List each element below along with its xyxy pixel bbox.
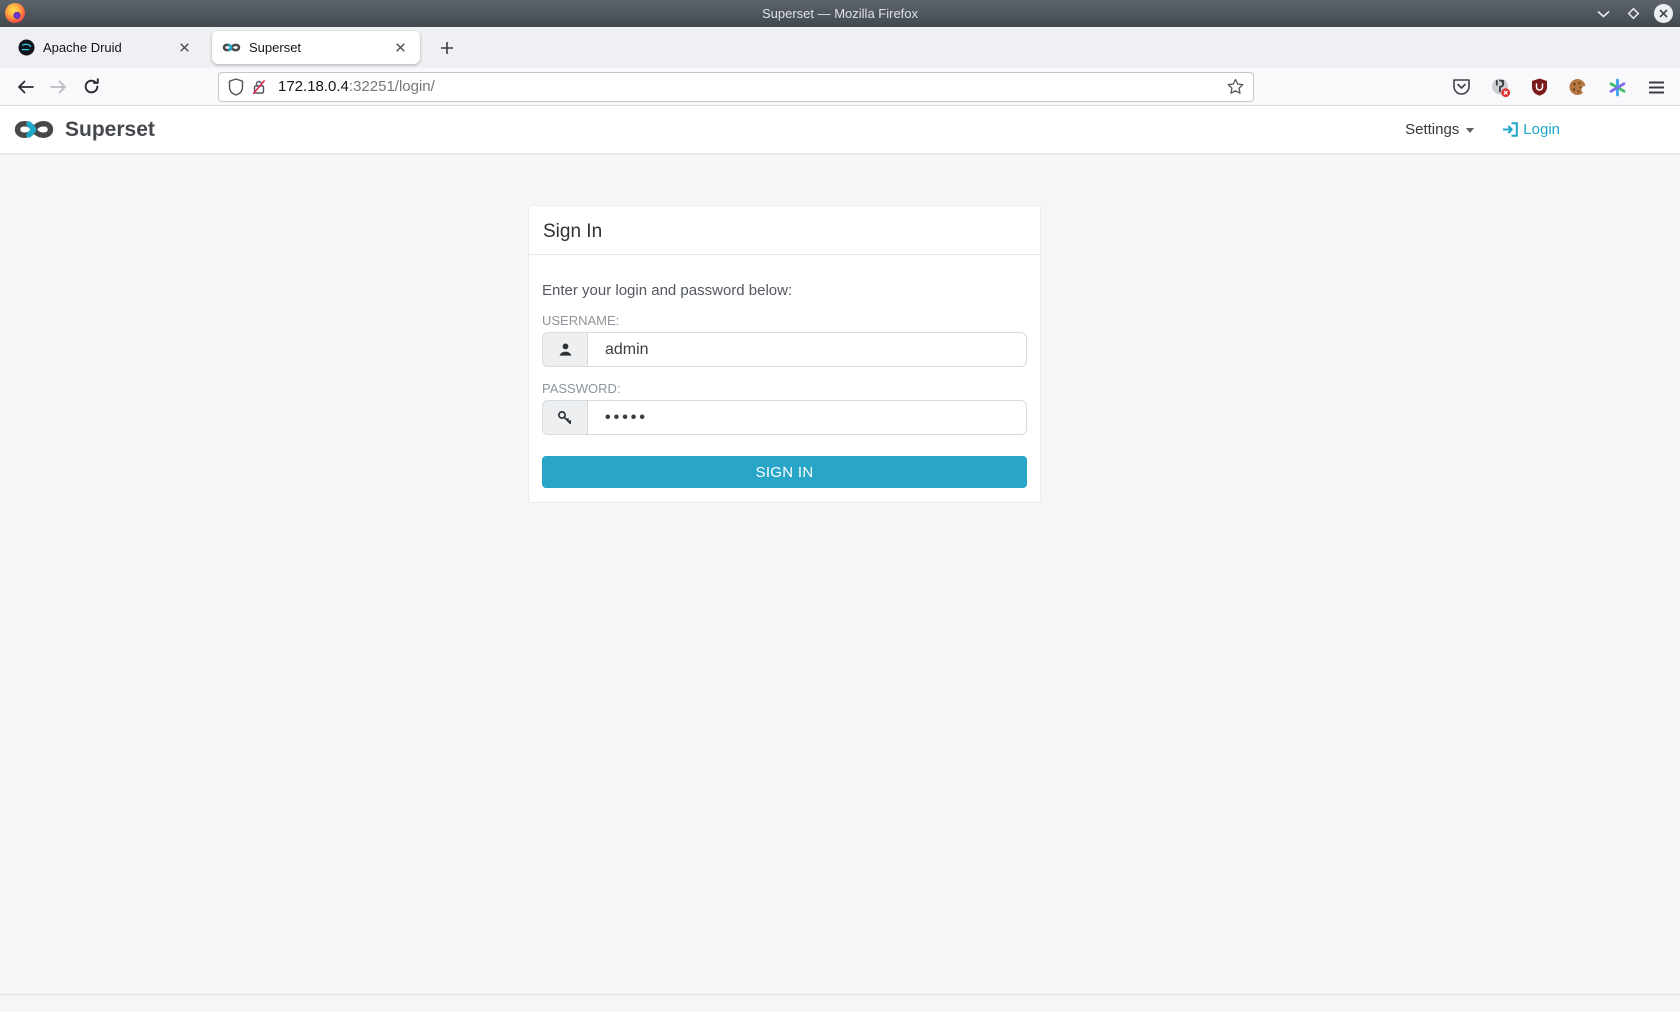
extension-disabled-icon[interactable]	[1488, 75, 1512, 99]
username-input[interactable]	[588, 332, 1027, 367]
tab-close-icon[interactable]	[390, 38, 410, 58]
pocket-icon[interactable]	[1449, 75, 1473, 99]
chevron-down-icon	[1466, 128, 1474, 133]
user-icon	[542, 332, 588, 367]
tab-superset[interactable]: Superset	[212, 31, 420, 64]
superset-favicon-icon	[222, 42, 241, 53]
superset-brand[interactable]: Superset	[13, 118, 155, 142]
tab-title: Superset	[249, 40, 390, 55]
sign-in-icon	[1502, 122, 1518, 137]
settings-menu[interactable]: Settings	[1405, 121, 1474, 138]
form-instruction: Enter your login and password below:	[542, 282, 1027, 299]
card-title: Sign In	[543, 221, 1026, 243]
password-label: PASSWORD:	[542, 381, 1027, 396]
window-titlebar: Superset — Mozilla Firefox	[0, 0, 1680, 27]
browser-tab-strip: Apache Druid Superset	[0, 27, 1680, 68]
druid-favicon-icon	[18, 39, 35, 56]
password-input[interactable]	[588, 400, 1027, 435]
back-icon[interactable]	[10, 72, 40, 102]
footer-divider	[0, 994, 1680, 995]
cookie-icon[interactable]	[1566, 75, 1590, 99]
url-text: 172.18.0.4:32251/login/	[278, 78, 1227, 95]
tab-title: Apache Druid	[43, 40, 174, 55]
login-link[interactable]: Login	[1502, 121, 1560, 138]
window-minimize-icon[interactable]	[1594, 5, 1612, 23]
username-label: USERNAME:	[542, 313, 1027, 328]
url-host: 172.18.0.4	[278, 78, 349, 95]
signin-card: Sign In Enter your login and password be…	[528, 205, 1041, 503]
menu-hamburger-icon[interactable]	[1644, 75, 1668, 99]
consent-asterisk-icon[interactable]	[1605, 75, 1629, 99]
page-content: Sign In Enter your login and password be…	[0, 155, 1680, 1012]
window-close-icon[interactable]	[1654, 4, 1673, 23]
card-header: Sign In	[529, 206, 1040, 255]
card-body: Enter your login and password below: USE…	[529, 255, 1040, 502]
window-maximize-icon[interactable]	[1624, 5, 1642, 23]
settings-label: Settings	[1405, 121, 1459, 138]
tab-apache-druid[interactable]: Apache Druid	[8, 31, 204, 64]
tab-close-icon[interactable]	[174, 38, 194, 58]
browser-nav-toolbar: 172.18.0.4:32251/login/	[0, 68, 1680, 106]
superset-navbar: Superset Settings Login	[0, 106, 1680, 155]
window-title: Superset — Mozilla Firefox	[0, 0, 1680, 27]
reload-icon[interactable]	[76, 72, 106, 102]
superset-logo-icon	[13, 118, 55, 141]
login-label: Login	[1523, 121, 1560, 138]
brand-text: Superset	[65, 118, 155, 142]
bookmark-star-icon[interactable]	[1227, 78, 1244, 95]
window-controls	[1594, 0, 1673, 27]
insecure-lock-icon[interactable]	[251, 79, 267, 95]
username-input-group	[542, 332, 1027, 367]
sign-in-button[interactable]: SIGN IN	[542, 456, 1027, 488]
navbar-right: Settings Login	[1405, 106, 1560, 153]
url-path: :32251/login/	[349, 78, 435, 95]
forward-icon[interactable]	[43, 72, 73, 102]
password-input-group	[542, 400, 1027, 435]
key-icon	[542, 400, 588, 435]
ublock-origin-icon[interactable]	[1527, 75, 1551, 99]
toolbar-extensions	[1449, 68, 1668, 106]
url-bar[interactable]: 172.18.0.4:32251/login/	[218, 72, 1254, 102]
tracking-shield-icon[interactable]	[228, 78, 244, 96]
new-tab-icon[interactable]	[434, 35, 460, 61]
